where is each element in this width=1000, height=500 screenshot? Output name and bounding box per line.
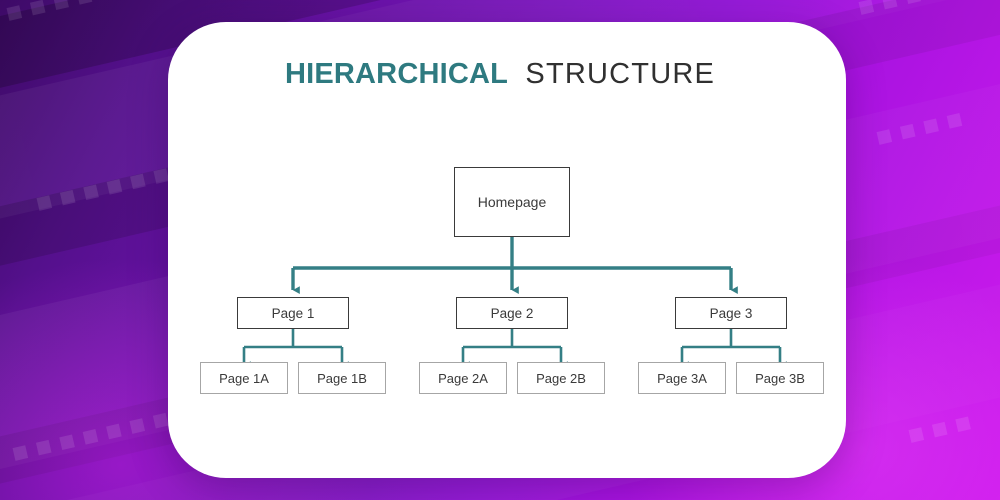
node-page-3[interactable]: Page 3 [675,297,787,329]
slide-canvas: HIERARCHICAL STRUCTURE Homepage Page 1 P… [0,0,1000,500]
node-label: Homepage [477,194,547,210]
node-label: Page 2 [490,305,534,321]
node-label: Page 3B [755,370,805,386]
node-page-1a[interactable]: Page 1A [200,362,288,394]
node-label: Page 2B [536,370,586,386]
node-label: Page 1B [317,370,367,386]
node-page-2b[interactable]: Page 2B [517,362,605,394]
node-label: Page 3A [657,370,707,386]
node-page-2[interactable]: Page 2 [456,297,568,329]
node-label: Page 1 [271,305,315,321]
hierarchy-diagram: Homepage Page 1 Page 2 Page 3 Page 1A Pa… [168,22,846,478]
node-label: Page 1A [219,370,269,386]
node-label: Page 3 [709,305,753,321]
node-page-3b[interactable]: Page 3B [736,362,824,394]
node-page-1[interactable]: Page 1 [237,297,349,329]
node-label: Page 2A [438,370,488,386]
node-page-1b[interactable]: Page 1B [298,362,386,394]
node-homepage[interactable]: Homepage [454,167,570,237]
node-page-3a[interactable]: Page 3A [638,362,726,394]
node-page-2a[interactable]: Page 2A [419,362,507,394]
connector-lines [242,237,787,370]
